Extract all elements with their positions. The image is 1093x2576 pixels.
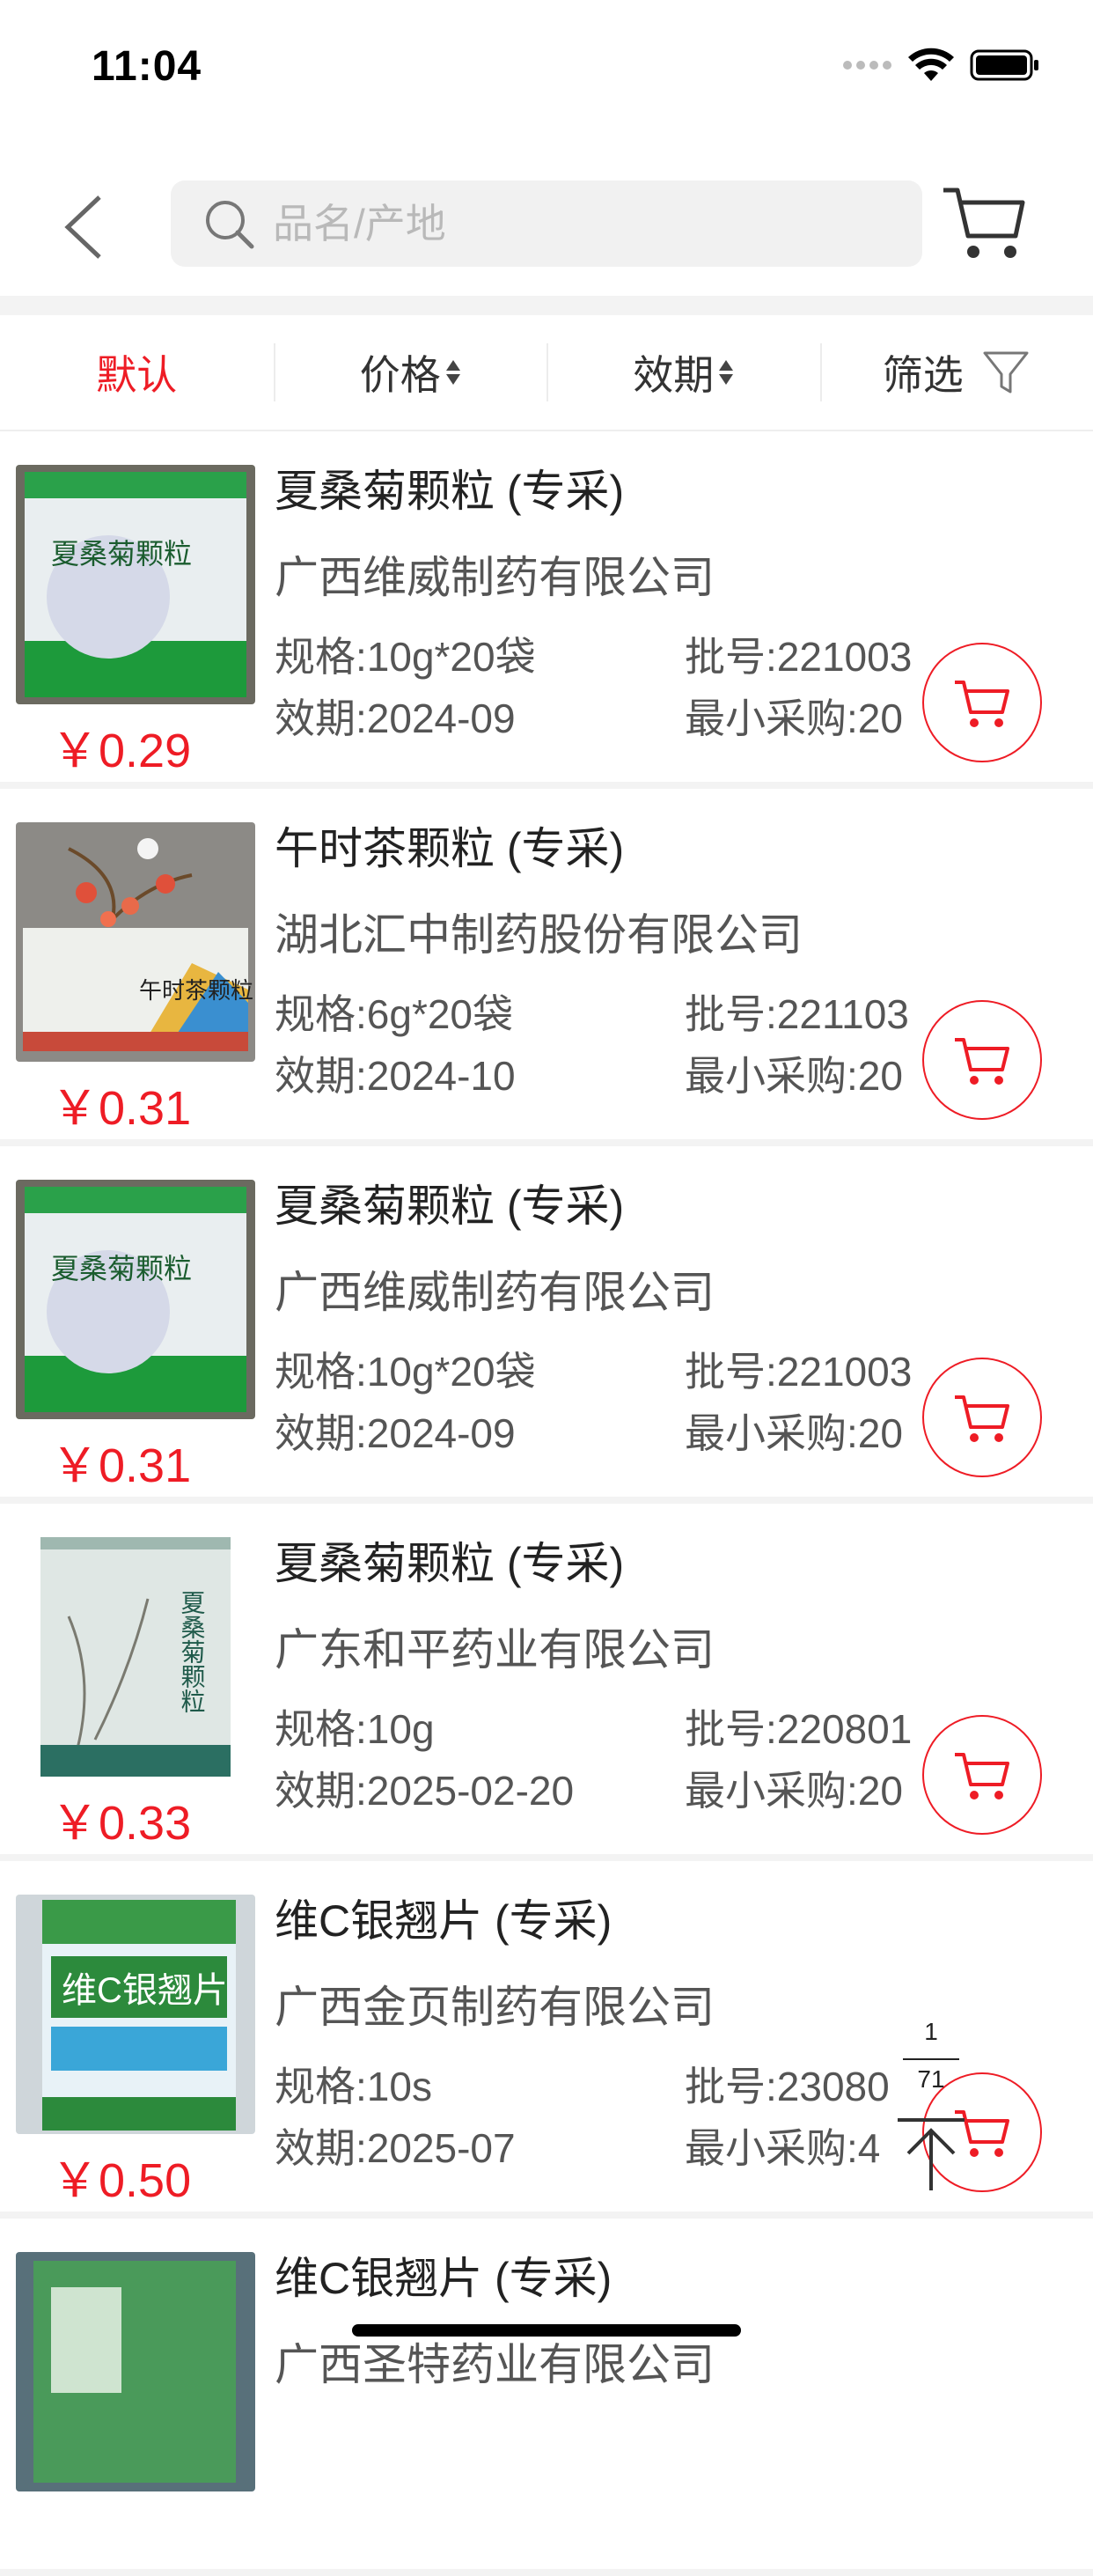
product-spec: 规格:10g*20袋 bbox=[275, 625, 536, 683]
tab-expiry[interactable]: 效期 bbox=[546, 315, 820, 430]
product-image: 夏桑菊颗粒 bbox=[16, 1180, 255, 1419]
home-indicator bbox=[352, 2324, 741, 2337]
product-batch: 批号:220801 bbox=[685, 1697, 922, 1755]
page-current: 1 bbox=[894, 2018, 968, 2046]
product-image: 维C银翘片 bbox=[16, 1895, 255, 2134]
product-price: ￥0.50 bbox=[51, 2141, 191, 2211]
product-min-buy: 最小采购:20 bbox=[685, 1759, 915, 1817]
product-name: 夏桑菊颗粒 (专采) bbox=[275, 456, 624, 519]
product-list: 夏桑菊颗粒 ￥0.29 夏桑菊颗粒 (专采) 广西维威制药有限公司 规格:10g… bbox=[0, 431, 1093, 2576]
product-item[interactable]: 午时茶颗粒 ￥0.31 午时茶颗粒 (专采) 湖北汇中制药股份有限公司 规格:6… bbox=[0, 789, 1093, 1146]
product-batch: 批号:23080 bbox=[685, 2055, 922, 2113]
search-input[interactable] bbox=[271, 199, 891, 248]
cart-icon bbox=[951, 1387, 1013, 1448]
package-label: 午时茶颗粒 bbox=[139, 977, 253, 1004]
product-min-buy: 最小采购:20 bbox=[685, 1402, 915, 1460]
product-image: 午时茶颗粒 bbox=[16, 822, 255, 1062]
product-name: 维C银翘片 (专采) bbox=[275, 2243, 612, 2307]
product-item[interactable]: 夏桑菊颗粒 ￥0.29 夏桑菊颗粒 (专采) 广西维威制药有限公司 规格:10g… bbox=[0, 431, 1093, 789]
product-maker: 广西圣特药业有限公司 bbox=[275, 2329, 715, 2393]
sort-arrows-icon bbox=[446, 360, 460, 385]
tab-filter[interactable]: 筛选 bbox=[820, 315, 1093, 430]
product-batch: 批号:221103 bbox=[685, 983, 922, 1041]
tab-price[interactable]: 价格 bbox=[274, 315, 547, 430]
product-expiry: 效期:2025-07 bbox=[275, 2116, 516, 2175]
tab-default[interactable]: 默认 bbox=[0, 315, 274, 430]
product-spec: 规格:10s bbox=[275, 2055, 432, 2113]
product-spec: 规格:6g*20袋 bbox=[275, 983, 513, 1041]
filter-icon bbox=[981, 348, 1031, 397]
cart-icon bbox=[938, 176, 1030, 268]
product-name: 维C银翘片 (专采) bbox=[275, 1886, 612, 1949]
product-maker: 广西维威制药有限公司 bbox=[275, 1257, 715, 1321]
back-to-top-button[interactable]: 1 71 bbox=[894, 2007, 968, 2219]
divider-band bbox=[0, 296, 1093, 315]
wifi-icon bbox=[908, 48, 954, 83]
arrow-up-icon bbox=[894, 2115, 968, 2194]
product-name: 夏桑菊颗粒 (专采) bbox=[275, 1171, 624, 1234]
product-min-buy: 最小采购:4 bbox=[685, 2116, 915, 2175]
tab-default-label: 默认 bbox=[96, 343, 177, 401]
product-batch: 批号:221003 bbox=[685, 625, 922, 683]
cart-icon bbox=[951, 1029, 1013, 1091]
product-name: 夏桑菊颗粒 (专采) bbox=[275, 1528, 624, 1592]
product-price: ￥0.29 bbox=[51, 711, 191, 781]
tab-filter-label: 筛选 bbox=[883, 343, 964, 401]
signal-icon bbox=[843, 60, 892, 70]
product-price: ￥0.31 bbox=[51, 1069, 191, 1138]
cart-icon bbox=[951, 672, 1013, 733]
tab-expiry-label: 效期 bbox=[633, 343, 714, 401]
product-image bbox=[16, 2252, 255, 2491]
product-name: 午时茶颗粒 (专采) bbox=[275, 813, 624, 877]
package-label: 维C银翘片 bbox=[62, 1971, 228, 2010]
product-min-buy: 最小采购:20 bbox=[685, 1044, 915, 1102]
package-label: 夏桑菊颗粒 bbox=[179, 1590, 206, 1713]
battery-icon bbox=[970, 48, 1040, 83]
product-expiry: 效期:2024-09 bbox=[275, 687, 516, 745]
product-spec: 规格:10g*20袋 bbox=[275, 1340, 536, 1398]
product-maker: 广东和平药业有限公司 bbox=[275, 1615, 715, 1678]
search-icon bbox=[202, 197, 255, 250]
product-spec: 规格:10g bbox=[275, 1697, 435, 1755]
product-image: 夏桑菊颗粒 bbox=[16, 1537, 255, 1777]
back-button[interactable] bbox=[48, 183, 118, 271]
cart-button[interactable] bbox=[938, 176, 1030, 268]
status-icons bbox=[843, 46, 1040, 85]
package-label: 夏桑菊颗粒 bbox=[51, 537, 192, 570]
chevron-left-icon bbox=[61, 192, 105, 262]
sort-tabs: 默认 价格 效期 筛选 bbox=[0, 315, 1093, 431]
search-box[interactable] bbox=[171, 180, 922, 267]
sort-arrows-icon bbox=[719, 360, 733, 385]
product-min-buy: 最小采购:20 bbox=[685, 687, 915, 745]
cart-icon bbox=[951, 1744, 1013, 1806]
product-expiry: 效期:2025-02-20 bbox=[275, 1759, 574, 1817]
page-total: 71 bbox=[894, 2065, 968, 2094]
add-to-cart-button[interactable] bbox=[922, 1000, 1042, 1120]
page-divider bbox=[903, 2058, 959, 2060]
status-bar: 11:04 bbox=[0, 0, 1093, 141]
product-expiry: 效期:2024-10 bbox=[275, 1044, 516, 1102]
product-batch: 批号:221003 bbox=[685, 1340, 922, 1398]
package-label: 夏桑菊颗粒 bbox=[51, 1252, 192, 1285]
product-item[interactable]: 维C银翘片 (专采) 广西圣特药业有限公司 bbox=[0, 2219, 1093, 2576]
status-time: 11:04 bbox=[92, 42, 202, 91]
nav-bar bbox=[0, 158, 1093, 291]
product-item[interactable]: 夏桑菊颗粒 ￥0.31 夏桑菊颗粒 (专采) 广西维威制药有限公司 规格:10g… bbox=[0, 1146, 1093, 1504]
product-maker: 广西维威制药有限公司 bbox=[275, 542, 715, 606]
product-maker: 广西金页制药有限公司 bbox=[275, 1972, 715, 2035]
product-price: ￥0.33 bbox=[51, 1784, 191, 1853]
product-image: 夏桑菊颗粒 bbox=[16, 465, 255, 704]
add-to-cart-button[interactable] bbox=[922, 1358, 1042, 1477]
add-to-cart-button[interactable] bbox=[922, 1715, 1042, 1835]
add-to-cart-button[interactable] bbox=[922, 643, 1042, 762]
tab-price-label: 价格 bbox=[360, 343, 441, 401]
product-maker: 湖北汇中制药股份有限公司 bbox=[275, 900, 803, 963]
product-expiry: 效期:2024-09 bbox=[275, 1402, 516, 1460]
product-price: ￥0.31 bbox=[51, 1426, 191, 1496]
product-item[interactable]: 夏桑菊颗粒 ￥0.33 夏桑菊颗粒 (专采) 广东和平药业有限公司 规格:10g… bbox=[0, 1504, 1093, 1861]
